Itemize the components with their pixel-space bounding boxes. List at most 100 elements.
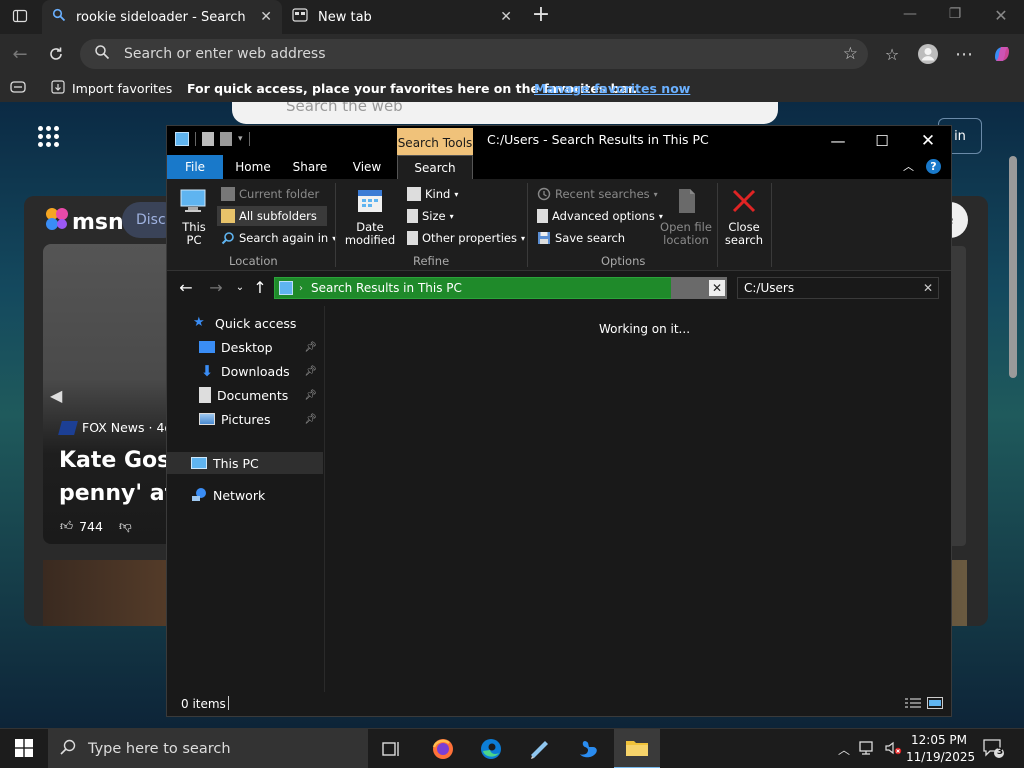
- nav-pictures[interactable]: Pictures 📌︎: [167, 408, 323, 430]
- explorer-close-icon[interactable]: ✕: [911, 129, 945, 153]
- refresh-icon[interactable]: [42, 40, 70, 68]
- collapse-ribbon-icon[interactable]: ︿: [903, 158, 914, 174]
- copilot-icon[interactable]: [988, 40, 1016, 68]
- volume-muted-icon[interactable]: [884, 740, 902, 759]
- profile-avatar-icon[interactable]: [914, 40, 942, 68]
- new-folder-icon[interactable]: [220, 132, 232, 146]
- more-menu-icon[interactable]: ⋯: [950, 40, 978, 68]
- tab-view[interactable]: View: [339, 155, 395, 179]
- kind-button[interactable]: Kind ▾: [403, 184, 462, 204]
- explorer-forward-icon[interactable]: →: [205, 277, 227, 299]
- tab-search-results[interactable]: rookie sideloader - Search ✕: [42, 0, 282, 34]
- recent-locations-icon[interactable]: ⌄: [229, 277, 251, 299]
- search-results-pane[interactable]: Working on it...: [327, 306, 951, 692]
- task-view-icon[interactable]: [368, 729, 414, 768]
- start-button[interactable]: [0, 729, 48, 768]
- current-folder-label: Current folder: [239, 187, 320, 201]
- minimize-icon[interactable]: —: [898, 6, 922, 28]
- explorer-maximize-icon[interactable]: ☐: [865, 129, 899, 153]
- pin-icon[interactable]: 📌︎: [304, 366, 317, 377]
- this-pc-button[interactable]: This PC: [177, 185, 211, 247]
- large-icons-view-icon[interactable]: [927, 697, 943, 709]
- taskbar-clock[interactable]: 12:05 PM 11/19/2025: [906, 732, 975, 766]
- nav-downloads[interactable]: ⬇ Downloads 📌︎: [167, 360, 323, 382]
- explorer-search-box[interactable]: C:/Users: [737, 277, 939, 299]
- manage-favorites-link[interactable]: Manage favorites now: [534, 81, 690, 96]
- close-window-icon[interactable]: ✕: [989, 6, 1013, 28]
- date-modified-button[interactable]: Date modified: [341, 185, 399, 247]
- clear-search-icon[interactable]: ✕: [919, 277, 937, 299]
- nav-network[interactable]: Network: [167, 484, 323, 506]
- nav-this-pc[interactable]: This PC: [167, 452, 323, 474]
- back-icon[interactable]: ←: [6, 40, 34, 68]
- pin-icon[interactable]: 📌︎: [304, 390, 317, 401]
- advanced-options-button[interactable]: Advanced options ▾: [533, 206, 667, 226]
- tab-file[interactable]: File: [167, 155, 223, 179]
- firefox-icon[interactable]: [420, 729, 466, 768]
- thumbs-up-icon[interactable]: 👍︎: [60, 518, 73, 534]
- nav-desktop[interactable]: Desktop 📌︎: [167, 336, 323, 358]
- explorer-path-bar[interactable]: › Search Results in This PC: [274, 277, 672, 299]
- notification-center-icon[interactable]: 3: [982, 737, 1004, 761]
- size-button[interactable]: Size ▾: [403, 206, 458, 226]
- tab-share[interactable]: Share: [285, 155, 335, 179]
- details-view-icon[interactable]: [905, 697, 921, 709]
- size-icon: [407, 209, 418, 223]
- pictures-label: Pictures: [221, 411, 271, 427]
- taskbar-search-box[interactable]: Type here to search: [48, 729, 368, 768]
- properties-icon[interactable]: [202, 132, 214, 146]
- swan-app-icon[interactable]: [566, 729, 612, 768]
- news-headline[interactable]: Kate Goss penny' aft: [59, 444, 169, 510]
- up-folder-icon[interactable]: ↑: [249, 277, 271, 299]
- close-tab-icon[interactable]: ✕: [260, 9, 272, 25]
- carousel-prev-icon[interactable]: ◀: [50, 386, 62, 405]
- edge-icon[interactable]: [468, 729, 514, 768]
- sign-in-label: in: [954, 128, 966, 144]
- close-tab-icon[interactable]: ✕: [500, 9, 512, 25]
- qat-dropdown-icon[interactable]: ▾: [238, 134, 243, 144]
- import-favorites-button[interactable]: Import favorites: [50, 79, 172, 98]
- explorer-minimize-icon[interactable]: —: [821, 129, 855, 153]
- search-again-button[interactable]: Search again in ▾: [217, 228, 340, 248]
- tab-new-tab[interactable]: New tab ✕: [282, 0, 522, 34]
- downloads-label: Downloads: [221, 363, 290, 379]
- recent-searches-button[interactable]: Recent searches ▾: [533, 184, 662, 204]
- save-search-button[interactable]: Save search: [533, 228, 629, 248]
- thumbs-down-icon[interactable]: 👎︎: [119, 518, 132, 534]
- new-tab-button[interactable]: +: [530, 4, 552, 28]
- tab-actions-icon[interactable]: [6, 4, 34, 28]
- other-properties-button[interactable]: Other properties ▾: [403, 228, 529, 248]
- reading-view-icon[interactable]: [10, 80, 26, 96]
- notepad-app-icon[interactable]: [516, 729, 562, 768]
- current-folder-button[interactable]: Current folder: [217, 184, 323, 204]
- open-file-location-button[interactable]: Open file location: [659, 185, 713, 247]
- show-hidden-icons-icon[interactable]: ︿: [838, 741, 850, 758]
- item-count: 0 items: [181, 697, 226, 711]
- address-bar[interactable]: Search or enter web address ☆: [80, 39, 868, 69]
- favorite-star-icon[interactable]: ☆: [843, 44, 858, 64]
- restore-icon[interactable]: ❐: [943, 6, 967, 28]
- web-search-box[interactable]: Search the web: [232, 102, 778, 124]
- network-status-icon[interactable]: [858, 740, 876, 759]
- page-scroll-thumb[interactable]: [1009, 156, 1017, 378]
- address-placeholder: Search or enter web address: [124, 46, 326, 62]
- apps-launcher-icon[interactable]: [38, 126, 59, 147]
- all-subfolders-button[interactable]: All subfolders: [217, 206, 327, 226]
- file-explorer-taskbar-icon[interactable]: [614, 729, 660, 768]
- pin-icon[interactable]: 📌︎: [304, 414, 317, 425]
- taskbar-search-icon: [60, 739, 76, 759]
- explorer-back-icon[interactable]: ←: [175, 277, 197, 299]
- msn-logo[interactable]: msn: [44, 206, 124, 238]
- help-icon[interactable]: ?: [926, 158, 941, 174]
- advanced-options-icon: [537, 209, 548, 223]
- nav-documents[interactable]: Documents 📌︎: [167, 384, 323, 406]
- close-search-label: Close search: [724, 220, 764, 247]
- close-search-button[interactable]: Close search: [723, 185, 765, 247]
- favorites-icon[interactable]: ☆: [878, 40, 906, 68]
- pin-icon[interactable]: 📌︎: [304, 342, 317, 353]
- nav-quick-access[interactable]: ★ Quick access: [193, 312, 349, 334]
- tab-search[interactable]: Search: [397, 155, 473, 179]
- stop-search-icon[interactable]: ✕: [709, 280, 725, 296]
- tab-home[interactable]: Home: [225, 155, 281, 179]
- search-icon: [94, 44, 110, 64]
